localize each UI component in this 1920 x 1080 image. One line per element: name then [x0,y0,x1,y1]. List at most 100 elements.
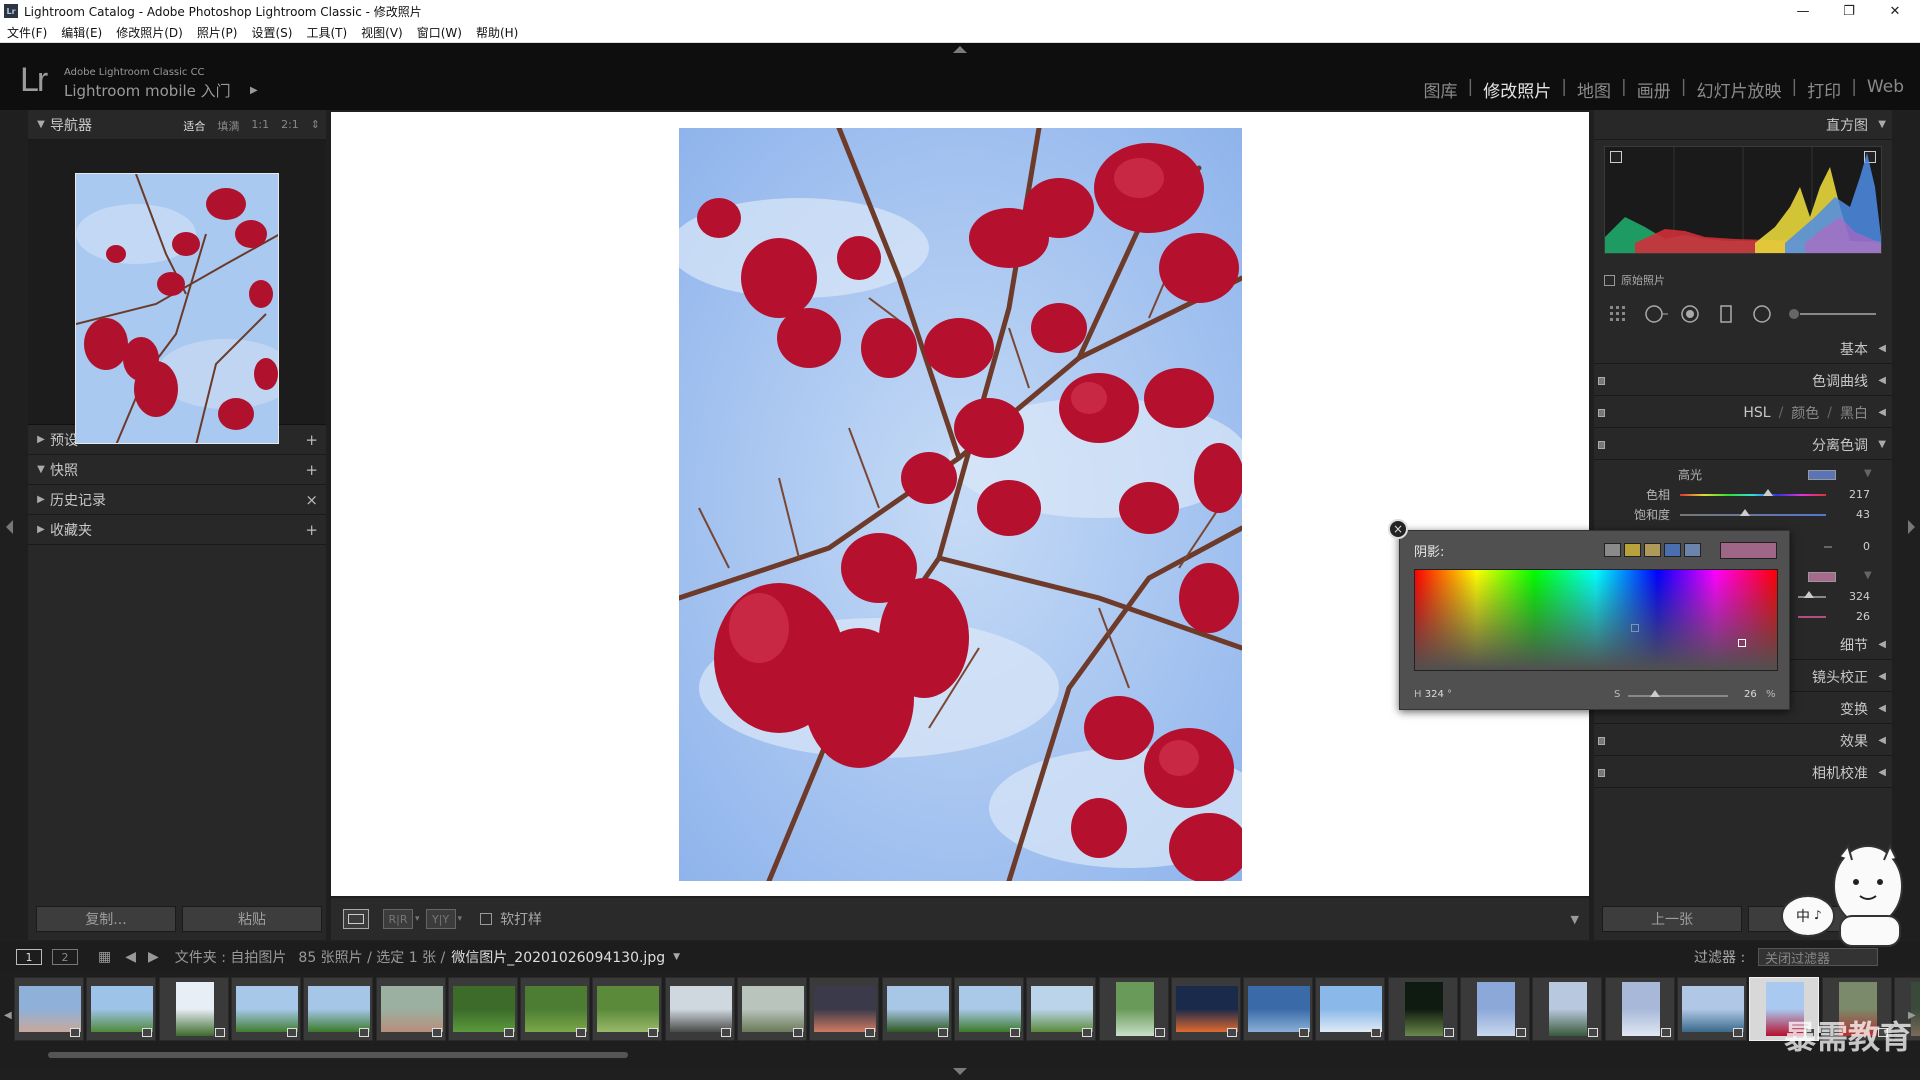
left-panel-toggle-icon[interactable] [6,520,13,534]
toolbar-menu-icon[interactable]: ▼ [1571,913,1579,926]
filmstrip-thumbnail[interactable] [1460,977,1530,1041]
mobile-getting-started[interactable]: Lightroom mobile 入门 [64,80,231,101]
highlights-saturation-thumb[interactable] [1740,509,1750,516]
filmstrip-thumbnail[interactable] [375,977,446,1041]
folder-breadcrumb[interactable]: 文件夹 : 自拍图片 [175,947,287,967]
navigator-preview[interactable] [28,140,326,444]
menu-window[interactable]: 窗口(W) [410,24,469,41]
original-photo-checkbox[interactable] [1604,274,1615,286]
preset-swatch-3[interactable] [1644,543,1661,557]
panel-switch-icon[interactable] [1598,441,1605,449]
panel-switch-icon[interactable] [1598,377,1605,385]
close-picker-icon[interactable]: × [1388,519,1408,539]
before-after-tb-dropdown-icon[interactable]: ▾ [458,914,463,924]
histogram-header[interactable]: 直方图 ▼ [1594,110,1892,140]
preset-swatch-1[interactable] [1604,543,1621,557]
shadows-hue-value[interactable]: 324 [1840,590,1870,603]
tone-curve-panel-header[interactable]: 色调曲线 ◀ [1594,366,1892,396]
balance-slider[interactable] [1824,546,1832,548]
menu-photo[interactable]: 照片(P) [190,24,245,41]
balance-value[interactable]: 0 [1840,540,1870,553]
highlights-hue-value[interactable]: 217 [1840,488,1870,501]
paste-settings-button[interactable]: 粘贴 [182,906,322,932]
zoom-fit[interactable]: 适合 [183,118,205,134]
shadows-hue-thumb[interactable] [1804,591,1814,598]
module-slideshow[interactable]: 幻灯片放映 [1690,77,1787,102]
filmstrip-thumbnail[interactable] [1315,977,1386,1041]
filmstrip-thumbnail[interactable] [447,977,518,1041]
before-after-lr-button[interactable]: R|R [383,909,413,929]
filmstrip-scrollbar[interactable] [48,1052,628,1058]
filmstrip-thumbnail[interactable] [664,977,735,1041]
snapshots-header[interactable]: ▼ 快照 + [28,455,326,485]
current-filename[interactable]: 微信图片_20201026094130.jpg [451,947,665,967]
preset-swatch-5[interactable] [1684,543,1701,557]
filmstrip-thumbnail[interactable] [1604,977,1675,1041]
add-snapshot-icon[interactable]: + [305,461,318,479]
loupe-view-button[interactable] [343,909,369,929]
main-window-button[interactable]: 1 [16,949,42,965]
play-icon[interactable]: ▶ [250,85,258,96]
hue-saturation-field[interactable] [1414,569,1778,671]
menu-settings[interactable]: 设置(S) [244,24,299,41]
filmstrip-thumbnail[interactable] [592,977,663,1041]
filmstrip-thumbnail[interactable] [1243,977,1314,1041]
menu-develop[interactable]: 修改照片(D) [109,24,190,41]
highlights-hue-thumb[interactable] [1763,489,1773,496]
navigator-header[interactable]: ▼ 导航器 适合 填满 1:1 2:1 ⇕ [28,110,326,140]
before-after-tb-button[interactable]: Y|Y [425,909,456,929]
filmstrip-thumbnail[interactable] [14,977,84,1041]
effects-panel-header[interactable]: 效果 ◀ [1594,726,1892,756]
filmstrip-thumbnail[interactable] [1532,977,1603,1041]
menu-view[interactable]: 视图(V) [354,24,410,41]
adjustment-brush-icon[interactable] [1788,304,1878,324]
panel-switch-icon[interactable] [1598,409,1605,417]
saturation-thumb[interactable] [1650,690,1660,697]
histogram[interactable] [1604,146,1882,254]
shadows-swatch-menu-icon[interactable]: ▼ [1864,570,1872,581]
module-web[interactable]: Web [1861,77,1910,102]
filmstrip-thumbnail[interactable] [809,977,880,1041]
clear-history-icon[interactable]: × [305,491,318,509]
filmstrip-thumbnail[interactable] [953,977,1024,1041]
filmstrip-thumbnail[interactable] [881,977,952,1041]
filmstrip-thumbnail[interactable] [737,977,807,1041]
copy-settings-button[interactable]: 复制... [36,906,176,932]
grid-view-icon[interactable]: ▦ [98,949,111,965]
module-develop[interactable]: 修改照片 [1477,77,1557,102]
forward-arrow-icon[interactable]: ▶ [148,949,159,965]
preset-swatch-2[interactable] [1624,543,1641,557]
shadow-marker-icon[interactable] [1738,639,1746,647]
soft-proof-checkbox[interactable] [480,913,493,925]
zoom-more[interactable]: ⇕ [311,118,320,134]
highlights-hue-slider[interactable] [1680,494,1826,496]
filmstrip-thumbnail[interactable] [1387,977,1458,1041]
calibration-panel-header[interactable]: 相机校准 ◀ [1594,758,1892,788]
filmstrip-thumbnail[interactable] [1676,977,1747,1041]
collections-header[interactable]: ▶ 收藏夹 + [28,515,326,545]
filmstrip-thumbnail[interactable] [1170,977,1241,1041]
filmstrip-thumbnail[interactable] [230,977,301,1041]
menu-tools[interactable]: 工具(T) [299,24,354,41]
zoom-2-1[interactable]: 2:1 [281,118,299,134]
filmstrip-thumbnail[interactable] [520,977,591,1041]
close-window-button[interactable]: ✕ [1872,0,1918,22]
main-photo[interactable] [679,128,1242,881]
highlights-swatch-menu-icon[interactable]: ▼ [1864,468,1872,479]
module-library[interactable]: 图库 [1418,77,1464,102]
split-toning-panel-header[interactable]: 分离色调 ▼ [1594,430,1892,460]
shadows-saturation-value[interactable]: 26 [1840,610,1870,623]
spot-removal-icon[interactable] [1644,304,1668,324]
module-book[interactable]: 画册 [1631,77,1677,102]
menu-help[interactable]: 帮助(H) [469,24,525,41]
back-arrow-icon[interactable]: ◀ [125,949,136,965]
menu-file[interactable]: 文件(F) [0,24,54,41]
module-map[interactable]: 地图 [1571,77,1617,102]
filter-dropdown[interactable]: 关闭过滤器 [1758,948,1878,967]
maximize-button[interactable]: ❐ [1826,0,1872,22]
navigator-thumbnail[interactable] [75,173,279,444]
filmstrip-left-arrow-icon[interactable]: ◀ [4,1010,12,1021]
highlights-color-swatch[interactable] [1808,470,1836,480]
crop-overlay-icon[interactable] [1608,304,1628,324]
hsl-panel-header[interactable]: HSL / 颜色 / 黑白 ◀ [1594,398,1892,428]
